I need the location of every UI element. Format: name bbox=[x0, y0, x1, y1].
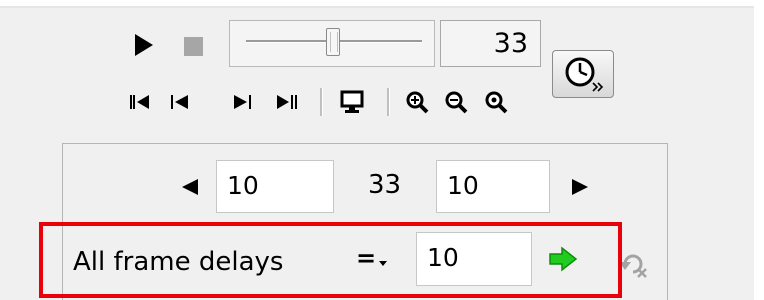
zoom-reset-icon bbox=[485, 91, 508, 114]
next-frame-button[interactable] bbox=[230, 91, 254, 113]
triangle-right-icon bbox=[572, 179, 588, 195]
next-delay-arrow-button[interactable] bbox=[568, 175, 592, 199]
prev-delay-arrow-button[interactable] bbox=[178, 175, 202, 199]
window-edge bbox=[754, 0, 764, 300]
current-frame-label: 33 bbox=[368, 170, 402, 200]
zoom-out-button[interactable] bbox=[443, 89, 469, 115]
play-button[interactable] bbox=[132, 33, 158, 57]
zoom-out-icon bbox=[445, 91, 468, 114]
prev-frame-delay-input[interactable]: 10 bbox=[216, 160, 334, 213]
first-frame-button[interactable] bbox=[128, 91, 152, 113]
monitor-icon bbox=[340, 90, 364, 113]
current-frame-display: 33 bbox=[440, 20, 541, 67]
clock-icon bbox=[565, 57, 604, 92]
undo-icon bbox=[619, 254, 647, 278]
stop-button[interactable] bbox=[184, 37, 203, 56]
reset-delays-button[interactable] bbox=[619, 250, 653, 280]
triangle-left-icon bbox=[182, 179, 198, 195]
zoom-in-icon bbox=[406, 91, 429, 114]
first-frame-icon bbox=[130, 95, 149, 109]
top-divider bbox=[0, 6, 764, 8]
last-frame-button[interactable] bbox=[274, 91, 300, 113]
frame-delay-toggle-button[interactable] bbox=[552, 50, 614, 98]
next-frame-icon bbox=[234, 95, 251, 109]
toolbar-separator bbox=[387, 88, 390, 116]
last-frame-icon bbox=[277, 95, 297, 109]
monitor-button[interactable] bbox=[338, 89, 366, 115]
next-frame-delay-input[interactable]: 10 bbox=[436, 160, 550, 213]
prev-frame-button[interactable] bbox=[168, 91, 192, 113]
highlight-box bbox=[39, 222, 622, 298]
slider-thumb[interactable] bbox=[326, 28, 340, 56]
toolbar-separator bbox=[320, 88, 323, 116]
zoom-in-button[interactable] bbox=[404, 89, 430, 115]
zoom-reset-button[interactable] bbox=[483, 89, 509, 115]
play-icon bbox=[135, 34, 153, 56]
prev-frame-icon bbox=[171, 95, 188, 109]
